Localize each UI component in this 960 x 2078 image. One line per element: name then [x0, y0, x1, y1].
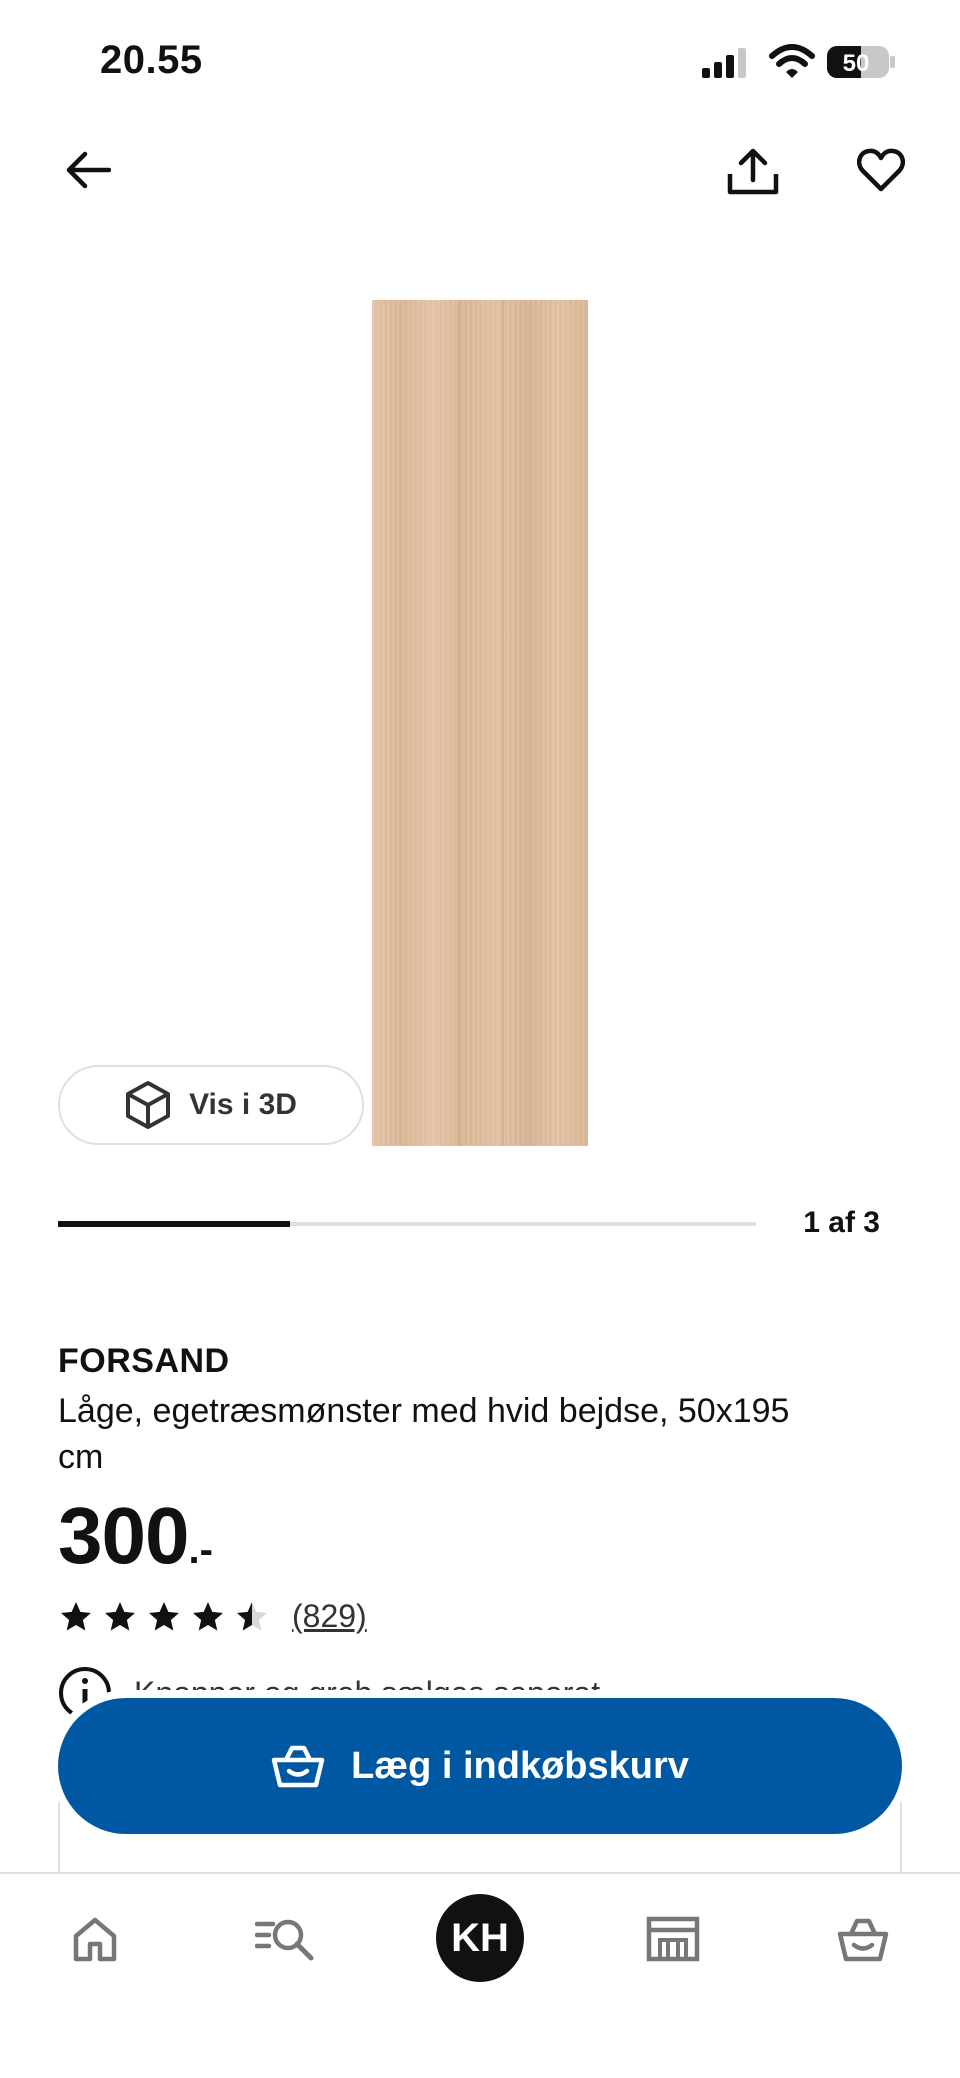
nav-profile-avatar[interactable]: KH [436, 1894, 524, 1982]
bottom-navigation: KH [0, 1872, 960, 2078]
view-3d-button[interactable]: Vis i 3D [58, 1065, 364, 1145]
store-icon [646, 1916, 700, 1962]
star-half-icon [237, 1601, 267, 1630]
heart-icon [857, 148, 905, 192]
wifi-icon [769, 44, 815, 78]
star-full-icon [105, 1601, 135, 1630]
gallery-progress-bar [58, 1221, 756, 1227]
favorite-button[interactable] [850, 140, 912, 200]
product-description: Låge, egetræsmønster med hvid bejdse, 50… [58, 1392, 790, 1476]
star-full-icon [149, 1601, 179, 1630]
nav-store[interactable] [628, 1904, 718, 1974]
nav-search[interactable] [240, 1904, 330, 1974]
add-to-cart-label: Læg i indkøbskurv [351, 1744, 689, 1787]
battery-icon: 50 [827, 46, 895, 78]
star-full-icon [193, 1601, 223, 1630]
back-button[interactable] [58, 140, 118, 200]
rating[interactable]: (829) [58, 1598, 367, 1635]
product-page: 20.55 50 Vis i 3D 1 af 3 FORSAND Låge, e… [0, 0, 960, 2078]
search-list-icon [255, 1919, 314, 1961]
status-time: 20.55 [100, 38, 203, 82]
product-image[interactable] [372, 300, 588, 1146]
basket-icon [837, 1918, 889, 1962]
back-arrow-icon [66, 151, 111, 189]
share-icon [727, 148, 779, 195]
star-full-icon [61, 1601, 91, 1630]
cellular-signal-icon [702, 48, 746, 78]
home-icon [73, 1917, 117, 1962]
gallery-page-indicator: 1 af 3 [803, 1206, 880, 1239]
door-grain-line [502, 300, 504, 1146]
door-grain-line [458, 300, 460, 1146]
cube-3d-icon [126, 1081, 171, 1129]
price-value: 300 [58, 1491, 189, 1580]
product-price: 300 .- [58, 1490, 213, 1582]
share-button[interactable] [722, 140, 784, 204]
review-count-link[interactable]: (829) [292, 1598, 367, 1635]
nav-basket[interactable] [818, 1904, 908, 1974]
basket-icon [271, 1745, 325, 1788]
battery-level: 50 [843, 50, 870, 77]
gallery-progress-fill [58, 1221, 291, 1227]
price-suffix: .- [188, 1528, 213, 1572]
view-3d-label: Vis i 3D [189, 1088, 297, 1121]
nav-home[interactable] [50, 1904, 140, 1974]
add-to-cart-button[interactable]: Læg i indkøbskurv [58, 1698, 902, 1834]
product-name: FORSAND [58, 1342, 230, 1380]
